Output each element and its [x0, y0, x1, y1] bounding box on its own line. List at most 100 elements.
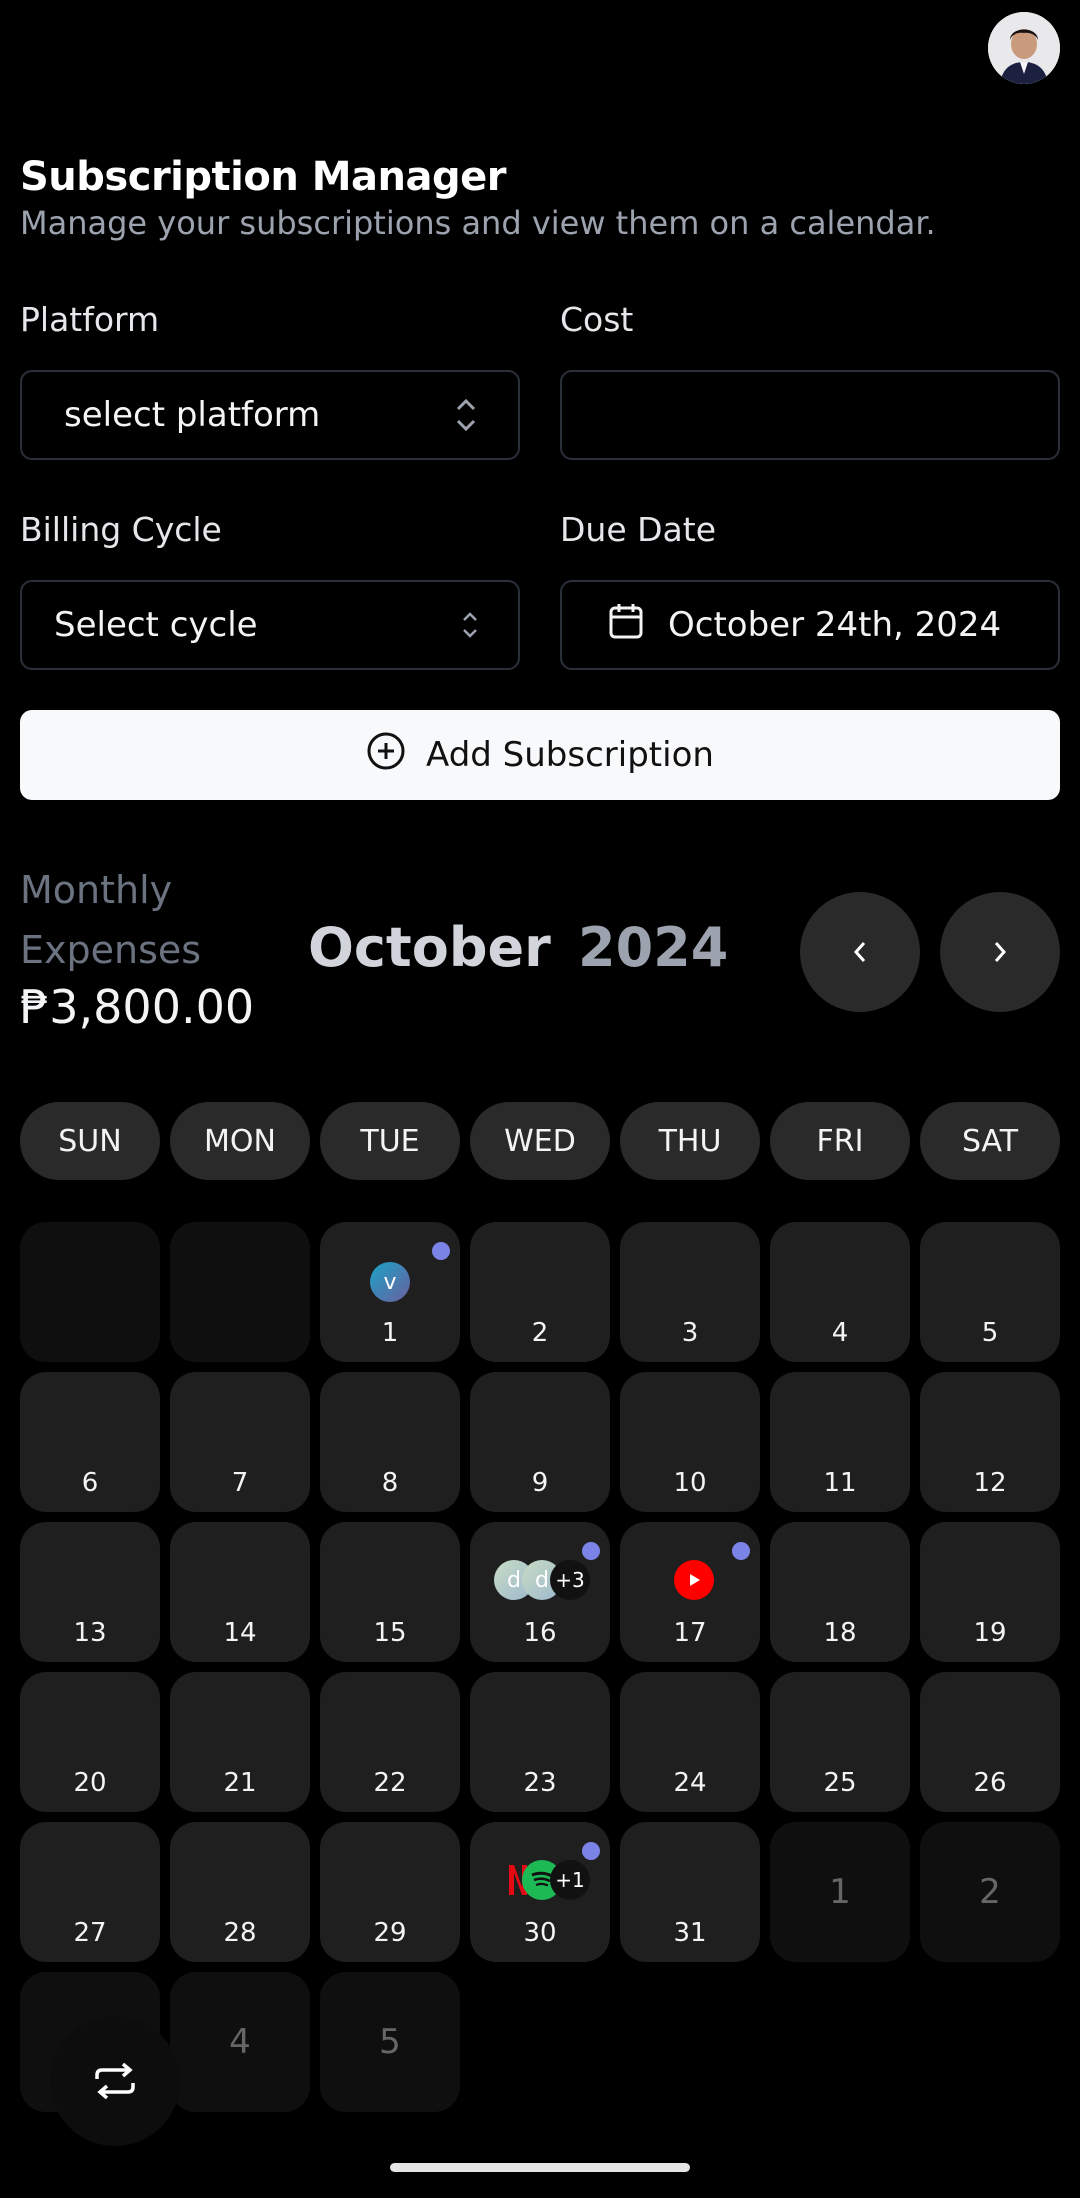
page-title: Subscription Manager — [20, 154, 506, 200]
calendar-day-oct-12[interactable]: 12 — [920, 1372, 1060, 1512]
calendar-empty-cell — [170, 1222, 310, 1362]
calendar-day-oct-16[interactable]: d d +3 16 — [470, 1522, 610, 1662]
day-number: 4 — [229, 2022, 251, 2062]
calendar-day-oct-27[interactable]: 27 — [20, 1822, 160, 1962]
calendar-day-oct-21[interactable]: 21 — [170, 1672, 310, 1812]
calendar-day-next-month[interactable]: 5 — [320, 1972, 460, 2112]
calendar-day-oct-1[interactable]: v 1 — [320, 1222, 460, 1362]
chevron-up-down-icon — [454, 395, 478, 435]
weekday-mon: MON — [170, 1102, 310, 1180]
platform-label: Platform — [20, 300, 160, 339]
day-number: 1 — [381, 1318, 399, 1348]
day-number: 27 — [73, 1918, 107, 1948]
calendar-day-oct-18[interactable]: 18 — [770, 1522, 910, 1662]
previous-month-button[interactable] — [800, 892, 920, 1012]
day-number: 7 — [231, 1468, 249, 1498]
day-number: 23 — [523, 1768, 557, 1798]
plus-circle-icon — [366, 731, 406, 780]
day-number: 16 — [523, 1618, 557, 1648]
home-indicator[interactable] — [390, 2163, 690, 2172]
calendar-day-oct-24[interactable]: 24 — [620, 1672, 760, 1812]
day-number: 9 — [531, 1468, 549, 1498]
calendar-day-oct-20[interactable]: 20 — [20, 1672, 160, 1812]
day-number: 12 — [973, 1468, 1007, 1498]
day-number: 22 — [373, 1768, 407, 1798]
chevron-left-icon — [853, 942, 866, 962]
day-number: 2 — [531, 1318, 549, 1348]
calendar-day-oct-15[interactable]: 15 — [320, 1522, 460, 1662]
due-date-picker[interactable]: October 24th, 2024 — [560, 580, 1060, 670]
day-number: 6 — [81, 1468, 99, 1498]
day-number: 30 — [523, 1918, 557, 1948]
weekday-thu: THU — [620, 1102, 760, 1180]
day-number: 26 — [973, 1768, 1007, 1798]
calendar-day-oct-5[interactable]: 5 — [920, 1222, 1060, 1362]
day-number: 5 — [981, 1318, 999, 1348]
calendar-day-oct-23[interactable]: 23 — [470, 1672, 610, 1812]
platform-select[interactable]: select platform — [20, 370, 520, 460]
day-number: 3 — [681, 1318, 699, 1348]
calendar-day-oct-28[interactable]: 28 — [170, 1822, 310, 1962]
calendar-day-oct-4[interactable]: 4 — [770, 1222, 910, 1362]
billing-cycle-select-value: Select cycle — [54, 605, 258, 645]
day-number: 11 — [823, 1468, 857, 1498]
calendar-day-oct-14[interactable]: 14 — [170, 1522, 310, 1662]
day-number: 14 — [223, 1618, 257, 1648]
calendar-day-next-month[interactable]: 2 — [920, 1822, 1060, 1962]
calendar-day-next-month[interactable]: 1 — [770, 1822, 910, 1962]
calendar-day-oct-13[interactable]: 13 — [20, 1522, 160, 1662]
calendar-day-oct-2[interactable]: 2 — [470, 1222, 610, 1362]
calendar-day-oct-26[interactable]: 26 — [920, 1672, 1060, 1812]
calendar-day-oct-25[interactable]: 25 — [770, 1672, 910, 1812]
billing-cycle-label: Billing Cycle — [20, 510, 222, 549]
calendar-day-oct-17[interactable]: 17 — [620, 1522, 760, 1662]
day-number: 1 — [829, 1872, 851, 1912]
day-number: 19 — [973, 1618, 1007, 1648]
add-subscription-button[interactable]: Add Subscription — [20, 710, 1060, 800]
calendar-day-oct-30[interactable]: +1 30 — [470, 1822, 610, 1962]
day-number: 29 — [373, 1918, 407, 1948]
calendar-day-oct-19[interactable]: 19 — [920, 1522, 1060, 1662]
monthly-expenses-value: ₱3,800.00 — [20, 980, 255, 1034]
calendar-day-oct-9[interactable]: 9 — [470, 1372, 610, 1512]
day-number: 21 — [223, 1768, 257, 1798]
calendar-day-oct-8[interactable]: 8 — [320, 1372, 460, 1512]
day-number: 4 — [831, 1318, 849, 1348]
calendar-day-oct-29[interactable]: 29 — [320, 1822, 460, 1962]
weekday-sat: SAT — [920, 1102, 1060, 1180]
billing-cycle-select[interactable]: Select cycle — [20, 580, 520, 670]
calendar-day-next-month[interactable]: 4 — [170, 1972, 310, 2112]
chevron-right-icon — [994, 942, 1007, 962]
day-number: 25 — [823, 1768, 857, 1798]
day-number: 8 — [381, 1468, 399, 1498]
calendar-day-oct-7[interactable]: 7 — [170, 1372, 310, 1512]
cost-label: Cost — [560, 300, 634, 339]
has-subscription-dot — [732, 1542, 750, 1560]
weekday-wed: WED — [470, 1102, 610, 1180]
weekday-sun: SUN — [20, 1102, 160, 1180]
youtube-icon — [674, 1560, 714, 1600]
calendar-year: 2024 — [578, 916, 729, 979]
calendar-day-oct-3[interactable]: 3 — [620, 1222, 760, 1362]
calendar-day-oct-6[interactable]: 6 — [20, 1372, 160, 1512]
next-month-button[interactable] — [940, 892, 1060, 1012]
day-number: 20 — [73, 1768, 107, 1798]
weekday-tue: TUE — [320, 1102, 460, 1180]
calendar-day-oct-11[interactable]: 11 — [770, 1372, 910, 1512]
calendar-day-oct-31[interactable]: 31 — [620, 1822, 760, 1962]
weekday-fri: FRI — [770, 1102, 910, 1180]
has-subscription-dot — [582, 1542, 600, 1560]
page-subtitle: Manage your subscriptions and view them … — [20, 204, 936, 242]
calendar-day-oct-10[interactable]: 10 — [620, 1372, 760, 1512]
calendar-day-oct-22[interactable]: 22 — [320, 1672, 460, 1812]
cost-input[interactable] — [560, 370, 1060, 460]
add-subscription-label: Add Subscription — [426, 735, 714, 775]
day-number: 10 — [673, 1468, 707, 1498]
user-avatar[interactable] — [988, 12, 1060, 84]
more-subscriptions-badge: +3 — [550, 1560, 590, 1600]
day-number: 17 — [673, 1618, 707, 1648]
day-number: 24 — [673, 1768, 707, 1798]
recurring-toggle-button[interactable] — [50, 2016, 180, 2146]
day-number: 2 — [979, 1872, 1001, 1912]
due-date-label: Due Date — [560, 510, 716, 549]
